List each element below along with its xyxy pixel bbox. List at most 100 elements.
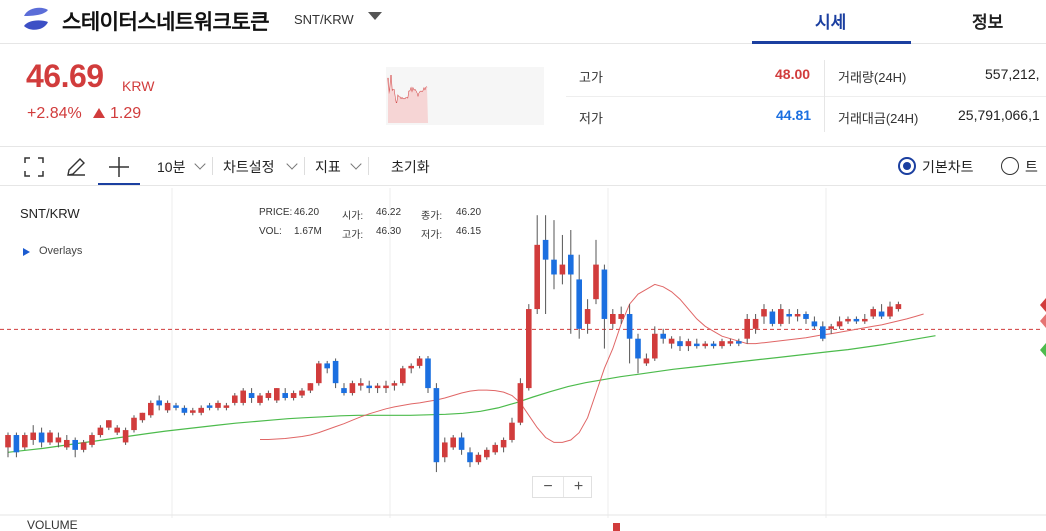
- candle-body: [206, 405, 213, 408]
- interval-select[interactable]: 10분: [157, 157, 185, 177]
- tab-info[interactable]: 정보: [972, 8, 1003, 33]
- candle-body: [635, 338, 641, 359]
- candle-body: [265, 393, 272, 398]
- amount-label: 거래대금(24H): [838, 111, 919, 126]
- candle-body: [307, 383, 314, 391]
- candlestick-chart[interactable]: [0, 188, 1046, 531]
- fullscreen-icon[interactable]: [22, 155, 46, 179]
- reset-button[interactable]: 초기화: [391, 157, 430, 177]
- candle-body: [870, 309, 876, 317]
- candle-body: [727, 341, 734, 344]
- overlays-expand-icon[interactable]: [23, 248, 30, 256]
- volume-bar: [613, 523, 620, 531]
- candle-body: [442, 442, 448, 458]
- amount-value: 25,791,066,1: [958, 107, 1040, 123]
- candle-body: [164, 402, 171, 411]
- trading-chart-label[interactable]: 트: [1025, 157, 1038, 177]
- zoom-controls: − +: [532, 476, 592, 498]
- candle-body: [215, 402, 221, 408]
- active-tool-indicator: [98, 183, 140, 185]
- candle-body: [114, 427, 120, 433]
- pencil-icon[interactable]: [64, 155, 88, 179]
- candle-body: [274, 388, 280, 401]
- snt-logo-icon: [24, 7, 48, 30]
- candle-body: [156, 400, 162, 406]
- candle-body: [38, 432, 45, 443]
- volume-value: 557,212,: [985, 66, 1040, 82]
- chart-toolbar: 10분 차트설정 지표 초기화 기본차트 트: [0, 146, 1046, 186]
- candle-body: [601, 269, 608, 319]
- current-price: 46.69: [26, 58, 104, 94]
- candle-body: [778, 309, 784, 324]
- candle-body: [685, 341, 692, 347]
- zoom-out-button[interactable]: −: [533, 477, 563, 497]
- basic-chart-radio[interactable]: [898, 157, 916, 175]
- volume-panel-title: VOLUME: [27, 518, 78, 531]
- candle-body: [416, 358, 423, 366]
- chart-settings-chevron-icon[interactable]: [286, 158, 298, 170]
- candle-body: [626, 314, 633, 339]
- candle-body: [467, 452, 473, 463]
- active-tab-indicator: [752, 41, 911, 44]
- candle-body: [786, 314, 792, 317]
- candle-body: [820, 326, 826, 339]
- ohlc-vol-label: VOL:: [259, 226, 282, 237]
- candle-body: [887, 306, 893, 317]
- crosshair-icon[interactable]: [107, 155, 131, 179]
- header-bar: 스테이터스네트워크토큰 SNT/KRW 시세 정보: [0, 0, 1046, 44]
- candle-body: [106, 420, 112, 428]
- coin-name: 스테이터스네트워크토큰: [62, 11, 270, 34]
- candle-body: [475, 454, 482, 463]
- ohlc-price-label: PRICE:: [259, 207, 293, 218]
- candle-body: [744, 318, 750, 339]
- candle-body: [794, 314, 801, 317]
- price-chart[interactable]: SNT/KRW Overlays PRICE: 46.20 시가: 46.22 …: [0, 188, 1046, 531]
- ohlc-open-label: 시가:: [342, 211, 364, 222]
- candle-body: [668, 338, 675, 344]
- candle-body: [299, 390, 305, 396]
- candle-body: [198, 407, 204, 413]
- tab-quote[interactable]: 시세: [815, 8, 846, 33]
- candle-body: [559, 264, 566, 275]
- candle-body: [811, 321, 818, 327]
- candle-body: [484, 449, 490, 458]
- ma-long-line: [7, 335, 936, 453]
- candle-body: [584, 309, 591, 324]
- toolbar-divider: [212, 157, 213, 175]
- basic-chart-label[interactable]: 기본차트: [922, 157, 974, 177]
- indicators-button[interactable]: 지표: [315, 157, 341, 177]
- candle-body: [30, 432, 36, 440]
- candle-body: [173, 405, 179, 408]
- high-value: 48.00: [775, 66, 811, 82]
- candle-body: [895, 304, 902, 310]
- zoom-in-button[interactable]: +: [563, 477, 593, 497]
- candle-body: [761, 309, 767, 317]
- candle-body: [316, 363, 322, 384]
- pair-dropdown-icon[interactable]: [368, 12, 382, 20]
- trading-chart-radio[interactable]: [1001, 157, 1019, 175]
- candle-body: [433, 388, 440, 463]
- candle-body: [5, 435, 11, 448]
- stats-divider: [566, 96, 1046, 97]
- candle-body: [89, 435, 95, 445]
- chart-settings-button[interactable]: 차트설정: [223, 157, 275, 177]
- candle-body: [64, 439, 70, 448]
- candle-body: [458, 437, 465, 450]
- ohlc-vol-value: 1.67M: [294, 226, 322, 237]
- indicators-chevron-icon[interactable]: [350, 158, 362, 170]
- candle-body: [374, 385, 381, 389]
- mini-price-chart: [386, 67, 544, 125]
- coin-pair: SNT/KRW: [294, 12, 354, 27]
- low-label: 저가: [579, 111, 603, 126]
- candle-body: [517, 383, 524, 423]
- ohlc-high-label: 고가:: [342, 230, 364, 241]
- high-label: 고가: [579, 70, 603, 85]
- candle-body: [400, 368, 406, 384]
- overlays-toggle[interactable]: Overlays: [39, 245, 82, 257]
- low-value: 44.81: [776, 107, 812, 123]
- candle-body: [425, 358, 431, 389]
- candle-body: [534, 244, 540, 310]
- interval-chevron-icon[interactable]: [194, 158, 206, 170]
- ohlc-low-value: 46.15: [456, 226, 482, 237]
- candle-body: [282, 393, 288, 398]
